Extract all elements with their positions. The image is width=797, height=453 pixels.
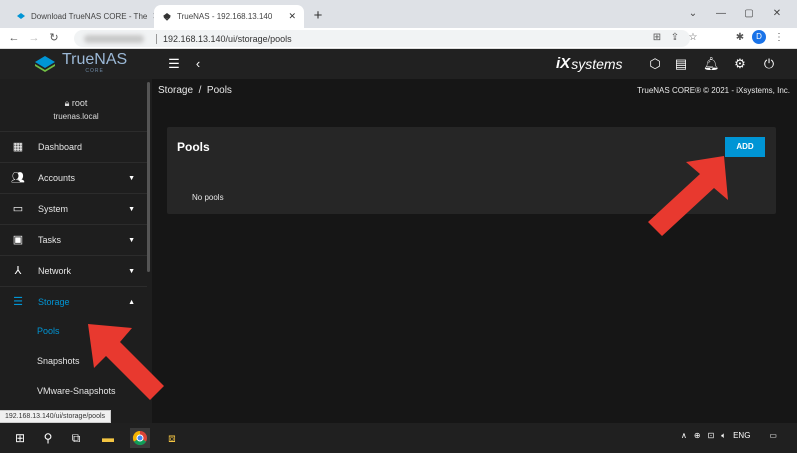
truecommand-icon[interactable]: ⬡ [647, 56, 663, 72]
logo-text: TrueNAS [62, 51, 128, 68]
chrome-logo [132, 430, 147, 446]
chevron-down-icon: ▼ [128, 236, 135, 244]
username-text: root [71, 98, 88, 108]
truenas-logo[interactable]: TrueNAS CORE [34, 51, 128, 74]
tab-title: TrueNAS - 192.168.13.140 [177, 12, 273, 21]
dashboard-icon: ▦ [12, 141, 24, 153]
browser-tab-download[interactable]: Download TrueNAS CORE - The ✕ [8, 5, 154, 28]
sidebar-item-label: Dashboard [38, 142, 83, 152]
windows-start-icon[interactable]: ⊞ [10, 428, 30, 448]
card-title: Pools [177, 140, 210, 154]
language-indicator[interactable]: ENG [733, 431, 750, 441]
chevron-down-icon: ▼ [128, 174, 135, 182]
sidebar-item-dashboard[interactable]: ▦ Dashboard [0, 131, 147, 162]
restore-button[interactable]: ▢ [737, 6, 761, 22]
sidebar-item-accounts[interactable]: 👥︎ Accounts ▼ [0, 162, 147, 193]
storage-icon: ☰ [13, 296, 23, 308]
sidebar-item-label: Tasks [38, 235, 62, 245]
ixsystems-logo[interactable]: iX systems [556, 55, 623, 72]
settings-gear-icon[interactable]: ⚙ [732, 56, 748, 72]
truenas-favicon [17, 12, 25, 19]
sidebar-item-label: Storage [38, 297, 70, 307]
chrome-icon[interactable] [130, 428, 150, 448]
copyright-text: TrueNAS CORE® © 2021 - iXsystems, Inc. [637, 86, 790, 95]
minimize-button[interactable]: — [709, 6, 733, 22]
calendar-icon: ▣ [12, 234, 24, 246]
bookmark-star-icon[interactable]: ☆ [686, 31, 700, 45]
status-bar-url: 192.168.13.140/ui/storage/pools [0, 410, 112, 423]
close-window-button[interactable]: ✕ [765, 6, 789, 22]
tab-search-icon[interactable]: ⌄ [681, 6, 705, 22]
network-tray-icon[interactable]: ⊕ [694, 431, 701, 441]
collapse-chevron-icon[interactable]: ‹ [190, 56, 206, 72]
sidebar-item-tasks[interactable]: ▣ Tasks ▼ [0, 224, 147, 255]
blurred-region [84, 34, 144, 43]
new-tab-button[interactable]: + [308, 6, 328, 26]
volume-icon[interactable]: 🔈︎ [721, 431, 726, 441]
empty-state-text: No pools [192, 193, 224, 202]
power-icon[interactable]: ⏻ [761, 56, 777, 72]
truenas-favicon [163, 12, 171, 21]
annotation-arrow-add [648, 156, 728, 236]
close-tab-icon[interactable]: ✕ [288, 11, 296, 22]
translate-icon[interactable]: ⊞ [650, 31, 664, 45]
sidebar-item-label: Accounts [38, 173, 76, 183]
hamburger-menu-icon[interactable]: ☰ [166, 56, 182, 72]
profile-avatar[interactable]: D [752, 30, 766, 44]
notification-center-icon[interactable]: ▭ [769, 431, 777, 441]
forward-icon[interactable]: → [26, 30, 42, 46]
task-view-icon[interactable]: ⧉ [66, 428, 86, 448]
notifications-bell-icon[interactable]: 🔔︎ [703, 56, 720, 72]
user-name: 🔒︎ root [64, 98, 88, 108]
search-icon[interactable]: ⚲ [38, 428, 58, 448]
windows-taskbar [0, 423, 797, 453]
ix-mark: iX [556, 55, 571, 72]
browser-tab-truenas[interactable]: TrueNAS - 192.168.13.140 ✕ [154, 5, 304, 28]
people-icon: 👥︎ [11, 172, 25, 184]
laptop-icon: ▭ [12, 203, 24, 215]
logo-subtext: CORE [85, 68, 104, 74]
sidebar-item-storage[interactable]: ☰ Storage ▲ [0, 286, 147, 317]
breadcrumb: Storage / Pools [158, 85, 232, 96]
system-tray: ∧ ⊕ ⊡ 🔈︎ ENG ▭ [681, 431, 777, 441]
task-manager-icon[interactable]: ▤ [673, 56, 689, 72]
sidebar-item-label: Network [38, 266, 72, 276]
systems-text: systems [571, 55, 623, 72]
tray-chevron-icon[interactable]: ∧ [681, 431, 687, 441]
sidebar-item-system[interactable]: ▭ System ▼ [0, 193, 147, 224]
chevron-down-icon: ▼ [128, 267, 135, 275]
tab-title: Download TrueNAS CORE - The [31, 12, 148, 21]
extensions-icon[interactable]: ✱ [733, 31, 747, 45]
sidebar-item-network[interactable]: ⅄ Network ▼ [0, 255, 147, 286]
file-explorer-icon[interactable]: ▬ [98, 428, 118, 448]
chevron-down-icon: ▼ [128, 205, 135, 213]
url-text: 192.168.13.140/ui/storage/pools [163, 33, 292, 44]
app-window-icon[interactable]: ⧈ [162, 428, 182, 448]
truenas-logo-mark-icon [35, 55, 55, 72]
address-bar[interactable]: 192.168.13.140/ui/storage/pools [74, 30, 690, 47]
display-tray-icon[interactable]: ⊡ [708, 431, 715, 441]
annotation-arrow-pools [88, 324, 164, 400]
user-info: 🔒︎ root truenas.local [0, 79, 152, 131]
back-icon[interactable]: ← [6, 30, 22, 46]
network-icon: ⅄ [14, 265, 22, 277]
share-icon[interactable]: ⇪ [668, 31, 682, 45]
host-name: truenas.local [53, 112, 99, 121]
chevron-up-icon: ▲ [128, 298, 135, 306]
separator [156, 33, 157, 44]
menu-kebab-icon[interactable]: ⋮ [772, 31, 786, 45]
sidebar-item-label: System [38, 204, 69, 214]
reload-icon[interactable]: ↻ [46, 30, 62, 46]
